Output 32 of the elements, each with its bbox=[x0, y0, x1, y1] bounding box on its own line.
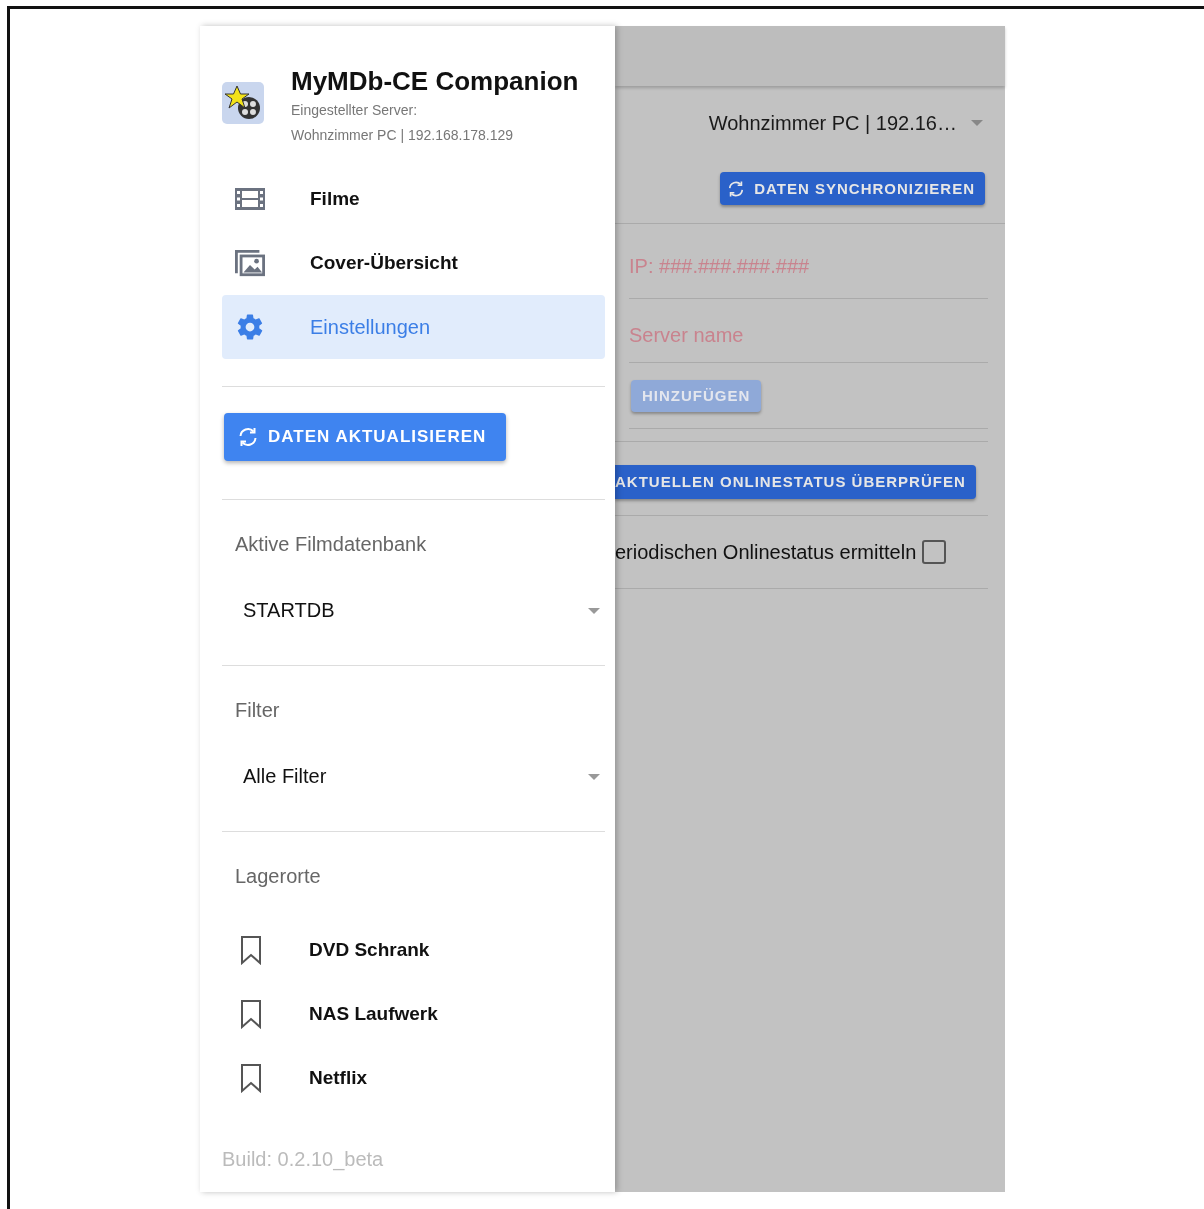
section-label: Filter bbox=[235, 698, 281, 722]
server-name-input-field[interactable]: Server name bbox=[629, 299, 988, 363]
checkbox-label: eriodischen Onlinestatus ermitteln bbox=[615, 540, 917, 564]
image-gallery-icon bbox=[235, 249, 265, 277]
sync-data-button[interactable]: DATEN SYNCHRONIZIEREN bbox=[720, 172, 985, 205]
ip-input-field[interactable]: IP: ###.###.###.### bbox=[629, 224, 988, 299]
storage-location-item[interactable]: NAS Laufwerk bbox=[222, 982, 605, 1046]
app-title: MyMDb-CE Companion bbox=[291, 65, 579, 98]
caret-icon bbox=[971, 120, 983, 126]
dropdown-select[interactable]: Alle Filter bbox=[243, 765, 605, 788]
server-value: Wohnzimmer PC | 192.168.178.129 bbox=[291, 126, 515, 145]
bookmark-icon bbox=[240, 1063, 262, 1093]
refresh-data-button[interactable]: DATEN AKTUALISIEREN bbox=[224, 413, 507, 461]
nav-item[interactable]: Filme bbox=[222, 167, 605, 231]
build-version: Build: 0.2.10_beta bbox=[222, 1148, 385, 1171]
dropdown-select[interactable]: STARTDB bbox=[243, 599, 605, 622]
storage-location-item[interactable]: Netflix bbox=[222, 1046, 605, 1110]
section-label: Aktive Filmdatenbank bbox=[235, 532, 428, 556]
section-label: Lagerorte bbox=[235, 864, 322, 888]
film-strip-icon bbox=[235, 188, 265, 210]
check-online-status-button[interactable]: AKTUELLEN ONLINESTATUS ÜBERPRÜFEN bbox=[615, 464, 976, 499]
caret-icon bbox=[588, 773, 600, 780]
server-label: Eingestellter Server: bbox=[291, 101, 419, 120]
storage-location-item[interactable]: DVD Schrank bbox=[222, 918, 605, 982]
film-reel-star-logo-icon bbox=[222, 82, 264, 124]
server-select[interactable]: Wohnzimmer PC | 192.16… bbox=[708, 111, 983, 135]
bookmark-icon bbox=[240, 999, 262, 1029]
settings-icon bbox=[235, 312, 265, 342]
caret-icon bbox=[588, 607, 600, 614]
nav-item[interactable]: Cover-Übersicht bbox=[222, 231, 605, 295]
bookmark-icon bbox=[240, 935, 262, 965]
checkbox[interactable] bbox=[922, 540, 947, 564]
